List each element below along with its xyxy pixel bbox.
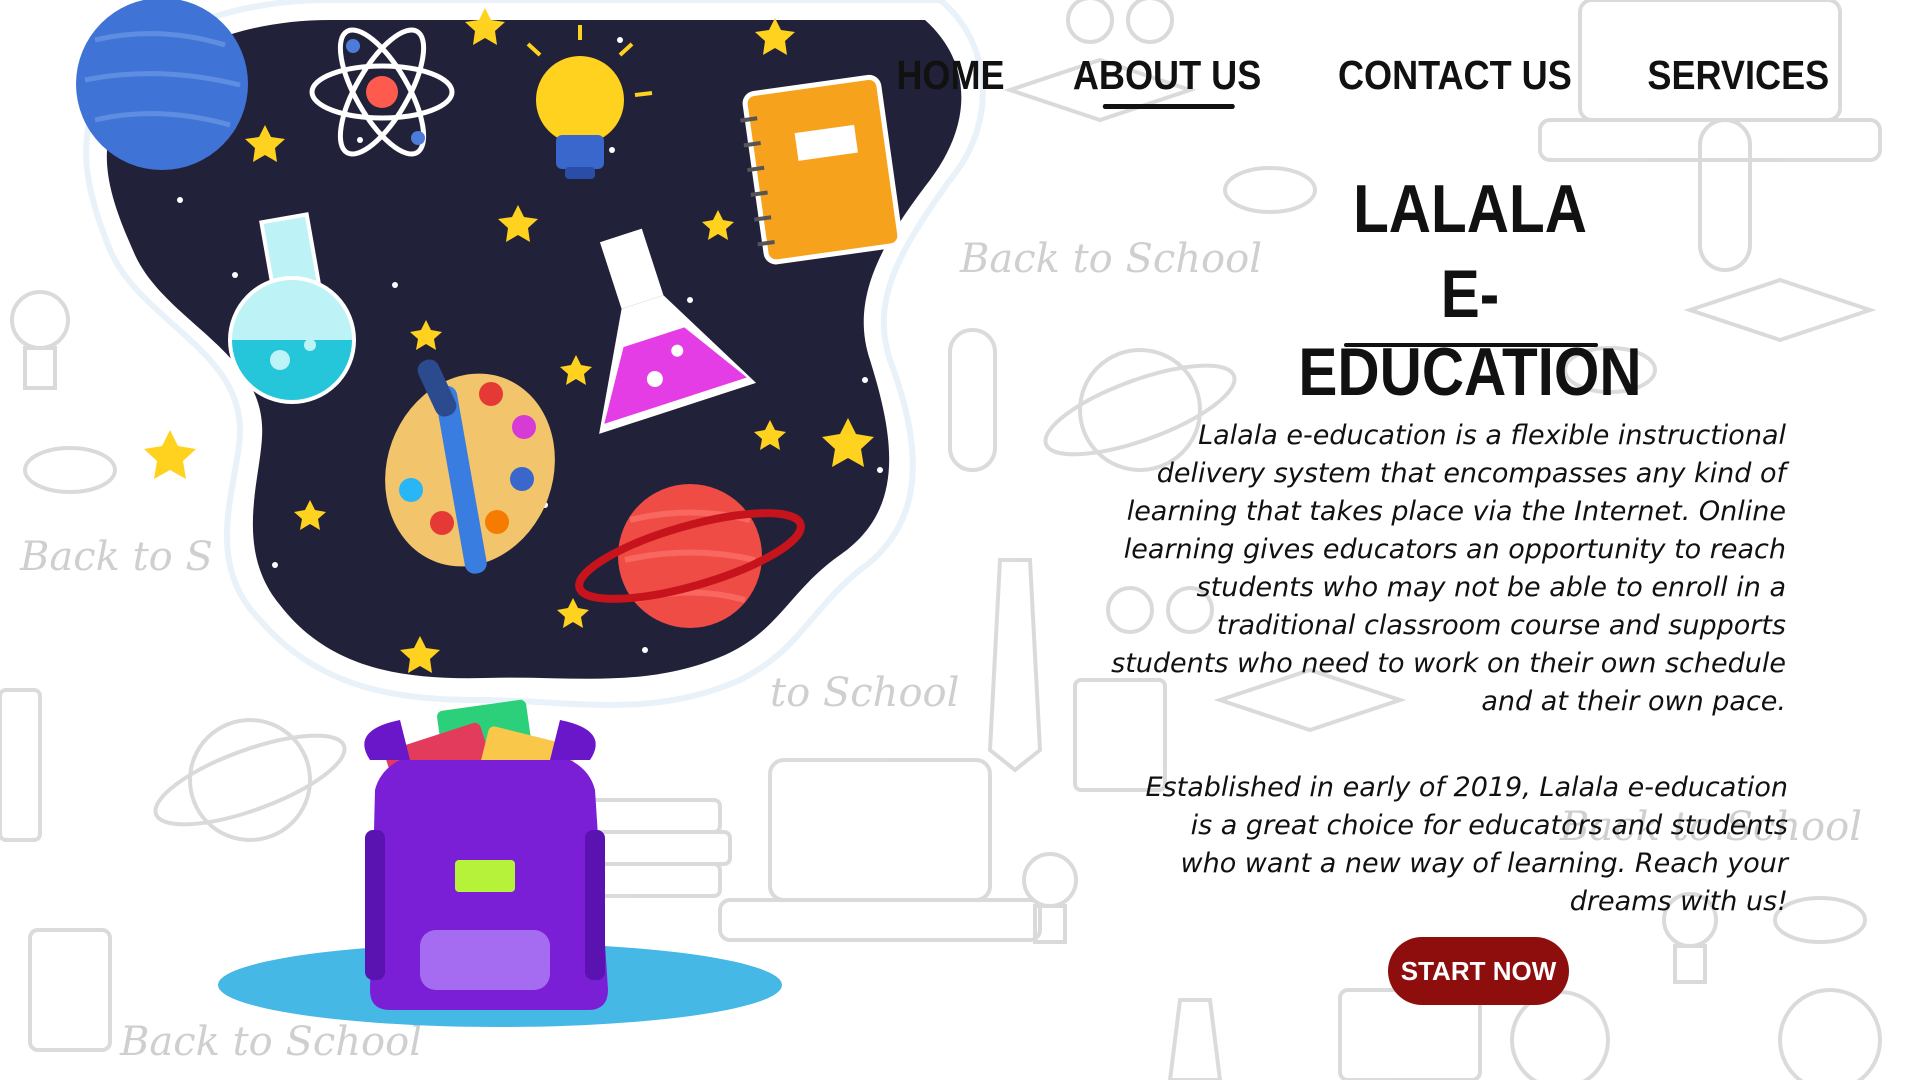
- hero-illustration: [76, 0, 986, 1027]
- nav-about-us[interactable]: ABOUT US: [1072, 52, 1261, 109]
- page-title-line2: E-EDUCATION: [1298, 256, 1642, 410]
- nav-contact-us[interactable]: CONTACT US: [1338, 52, 1572, 109]
- notebook-icon: [740, 74, 903, 265]
- backpack-icon: [364, 699, 608, 1010]
- title-divider: [1344, 343, 1598, 347]
- active-nav-underline: [1102, 104, 1235, 109]
- nav-home[interactable]: HOME: [896, 52, 1004, 109]
- nav-about-us-label: ABOUT US: [1072, 52, 1261, 98]
- blue-planet: [76, 0, 248, 170]
- nav-services[interactable]: SERVICES: [1648, 52, 1830, 109]
- intro-paragraph: Lalala e-education is a flexible instruc…: [1111, 420, 1786, 717]
- page-title-line1: LALALA: [1353, 171, 1587, 247]
- start-now-button[interactable]: START NOW: [1388, 937, 1569, 1005]
- established-paragraph: Established in early of 2019, Lalala e-e…: [1145, 772, 1788, 917]
- top-nav: HOME ABOUT US CONTACT US SERVICES: [889, 52, 1842, 112]
